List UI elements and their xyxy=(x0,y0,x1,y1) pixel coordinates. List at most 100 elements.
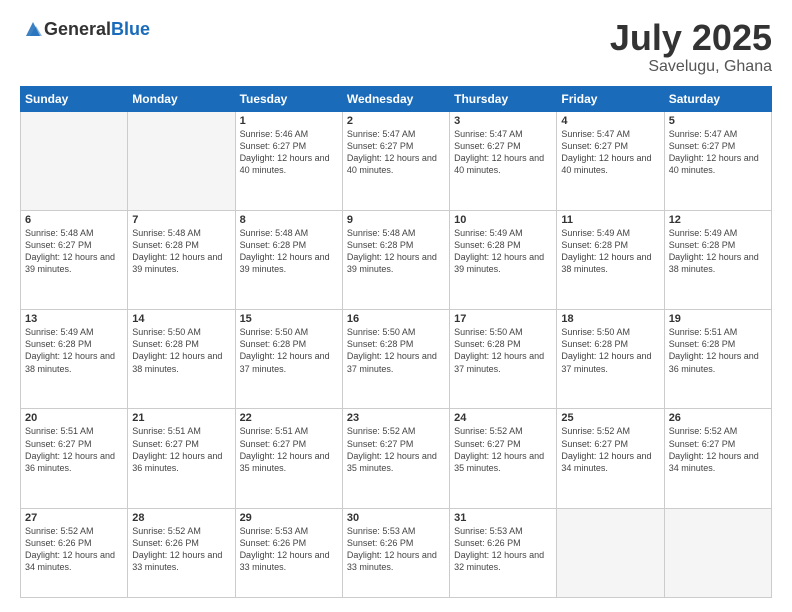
table-row: 11Sunrise: 5:49 AMSunset: 6:28 PMDayligh… xyxy=(557,210,664,309)
day-info: Sunrise: 5:47 AMSunset: 6:27 PMDaylight:… xyxy=(347,128,445,177)
table-row: 30Sunrise: 5:53 AMSunset: 6:26 PMDayligh… xyxy=(342,508,449,597)
day-info: Sunrise: 5:52 AMSunset: 6:26 PMDaylight:… xyxy=(132,525,230,574)
calendar-row: 13Sunrise: 5:49 AMSunset: 6:28 PMDayligh… xyxy=(21,310,772,409)
day-info: Sunrise: 5:52 AMSunset: 6:26 PMDaylight:… xyxy=(25,525,123,574)
table-row: 21Sunrise: 5:51 AMSunset: 6:27 PMDayligh… xyxy=(128,409,235,508)
table-row xyxy=(664,508,771,597)
col-monday: Monday xyxy=(128,86,235,111)
table-row xyxy=(557,508,664,597)
col-thursday: Thursday xyxy=(450,86,557,111)
table-row: 8Sunrise: 5:48 AMSunset: 6:28 PMDaylight… xyxy=(235,210,342,309)
table-row: 4Sunrise: 5:47 AMSunset: 6:27 PMDaylight… xyxy=(557,111,664,210)
calendar-table: Sunday Monday Tuesday Wednesday Thursday… xyxy=(20,86,772,598)
day-number: 6 xyxy=(25,214,123,226)
logo-icon xyxy=(22,18,44,40)
table-row xyxy=(21,111,128,210)
day-info: Sunrise: 5:52 AMSunset: 6:27 PMDaylight:… xyxy=(347,425,445,474)
day-info: Sunrise: 5:48 AMSunset: 6:28 PMDaylight:… xyxy=(347,227,445,276)
day-info: Sunrise: 5:53 AMSunset: 6:26 PMDaylight:… xyxy=(454,525,552,574)
calendar-row: 1Sunrise: 5:46 AMSunset: 6:27 PMDaylight… xyxy=(21,111,772,210)
day-number: 26 xyxy=(669,412,767,424)
day-number: 12 xyxy=(669,214,767,226)
table-row: 13Sunrise: 5:49 AMSunset: 6:28 PMDayligh… xyxy=(21,310,128,409)
day-info: Sunrise: 5:48 AMSunset: 6:27 PMDaylight:… xyxy=(25,227,123,276)
day-info: Sunrise: 5:48 AMSunset: 6:28 PMDaylight:… xyxy=(240,227,338,276)
table-row: 23Sunrise: 5:52 AMSunset: 6:27 PMDayligh… xyxy=(342,409,449,508)
col-saturday: Saturday xyxy=(664,86,771,111)
day-number: 27 xyxy=(25,512,123,524)
day-number: 2 xyxy=(347,115,445,127)
table-row: 28Sunrise: 5:52 AMSunset: 6:26 PMDayligh… xyxy=(128,508,235,597)
day-number: 18 xyxy=(561,313,659,325)
table-row: 1Sunrise: 5:46 AMSunset: 6:27 PMDaylight… xyxy=(235,111,342,210)
table-row: 31Sunrise: 5:53 AMSunset: 6:26 PMDayligh… xyxy=(450,508,557,597)
day-info: Sunrise: 5:50 AMSunset: 6:28 PMDaylight:… xyxy=(132,326,230,375)
table-row xyxy=(128,111,235,210)
day-info: Sunrise: 5:53 AMSunset: 6:26 PMDaylight:… xyxy=(240,525,338,574)
day-info: Sunrise: 5:49 AMSunset: 6:28 PMDaylight:… xyxy=(669,227,767,276)
day-info: Sunrise: 5:50 AMSunset: 6:28 PMDaylight:… xyxy=(454,326,552,375)
day-number: 19 xyxy=(669,313,767,325)
col-wednesday: Wednesday xyxy=(342,86,449,111)
table-row: 19Sunrise: 5:51 AMSunset: 6:28 PMDayligh… xyxy=(664,310,771,409)
day-info: Sunrise: 5:50 AMSunset: 6:28 PMDaylight:… xyxy=(561,326,659,375)
day-number: 7 xyxy=(132,214,230,226)
day-number: 4 xyxy=(561,115,659,127)
day-number: 21 xyxy=(132,412,230,424)
day-number: 30 xyxy=(347,512,445,524)
day-info: Sunrise: 5:49 AMSunset: 6:28 PMDaylight:… xyxy=(25,326,123,375)
day-info: Sunrise: 5:47 AMSunset: 6:27 PMDaylight:… xyxy=(454,128,552,177)
calendar-row: 27Sunrise: 5:52 AMSunset: 6:26 PMDayligh… xyxy=(21,508,772,597)
table-row: 10Sunrise: 5:49 AMSunset: 6:28 PMDayligh… xyxy=(450,210,557,309)
table-row: 6Sunrise: 5:48 AMSunset: 6:27 PMDaylight… xyxy=(21,210,128,309)
col-tuesday: Tuesday xyxy=(235,86,342,111)
day-info: Sunrise: 5:49 AMSunset: 6:28 PMDaylight:… xyxy=(561,227,659,276)
day-number: 25 xyxy=(561,412,659,424)
table-row: 3Sunrise: 5:47 AMSunset: 6:27 PMDaylight… xyxy=(450,111,557,210)
calendar-row: 20 Sunrise: 5:51 AMSunset: 6:27 PMDayligh… xyxy=(21,409,772,508)
header: GeneralBlue July 2025 Savelugu, Ghana xyxy=(20,18,772,76)
day-number: 15 xyxy=(240,313,338,325)
day-number: 28 xyxy=(132,512,230,524)
day-info: Sunrise: 5:51 AMSunset: 6:27 PMDaylight:… xyxy=(240,425,338,474)
calendar-row: 6Sunrise: 5:48 AMSunset: 6:27 PMDaylight… xyxy=(21,210,772,309)
day-number: 5 xyxy=(669,115,767,127)
day-info: Sunrise: 5:50 AMSunset: 6:28 PMDaylight:… xyxy=(347,326,445,375)
table-row: 7Sunrise: 5:48 AMSunset: 6:28 PMDaylight… xyxy=(128,210,235,309)
day-number: 22 xyxy=(240,412,338,424)
day-number: 8 xyxy=(240,214,338,226)
day-number: 29 xyxy=(240,512,338,524)
page: GeneralBlue July 2025 Savelugu, Ghana Su… xyxy=(0,0,792,612)
table-row: 15Sunrise: 5:50 AMSunset: 6:28 PMDayligh… xyxy=(235,310,342,409)
col-sunday: Sunday xyxy=(21,86,128,111)
table-row: 27Sunrise: 5:52 AMSunset: 6:26 PMDayligh… xyxy=(21,508,128,597)
table-row: 16Sunrise: 5:50 AMSunset: 6:28 PMDayligh… xyxy=(342,310,449,409)
table-row: 26Sunrise: 5:52 AMSunset: 6:27 PMDayligh… xyxy=(664,409,771,508)
day-number: 17 xyxy=(454,313,552,325)
day-info: Sunrise: 5:46 AMSunset: 6:27 PMDaylight:… xyxy=(240,128,338,177)
day-number: 20 xyxy=(25,412,123,424)
day-number: 16 xyxy=(347,313,445,325)
table-row: 12Sunrise: 5:49 AMSunset: 6:28 PMDayligh… xyxy=(664,210,771,309)
calendar-title: July 2025 xyxy=(610,18,772,58)
table-row: 9Sunrise: 5:48 AMSunset: 6:28 PMDaylight… xyxy=(342,210,449,309)
table-row: 17Sunrise: 5:50 AMSunset: 6:28 PMDayligh… xyxy=(450,310,557,409)
day-number: 24 xyxy=(454,412,552,424)
table-row: 24Sunrise: 5:52 AMSunset: 6:27 PMDayligh… xyxy=(450,409,557,508)
table-row: 2Sunrise: 5:47 AMSunset: 6:27 PMDaylight… xyxy=(342,111,449,210)
day-number: 9 xyxy=(347,214,445,226)
table-row: 22Sunrise: 5:51 AMSunset: 6:27 PMDayligh… xyxy=(235,409,342,508)
day-info: Sunrise: 5:52 AMSunset: 6:27 PMDaylight:… xyxy=(454,425,552,474)
day-info: Sunrise: 5:47 AMSunset: 6:27 PMDaylight:… xyxy=(669,128,767,177)
logo-blue: Blue xyxy=(111,19,150,40)
day-number: 13 xyxy=(25,313,123,325)
table-row: 5Sunrise: 5:47 AMSunset: 6:27 PMDaylight… xyxy=(664,111,771,210)
table-row: 29Sunrise: 5:53 AMSunset: 6:26 PMDayligh… xyxy=(235,508,342,597)
day-info: Sunrise: 5:52 AMSunset: 6:27 PMDaylight:… xyxy=(669,425,767,474)
day-info: Sunrise: 5:50 AMSunset: 6:28 PMDaylight:… xyxy=(240,326,338,375)
day-info: Sunrise: 5:51 AMSunset: 6:28 PMDaylight:… xyxy=(669,326,767,375)
day-info: Sunrise: 5:48 AMSunset: 6:28 PMDaylight:… xyxy=(132,227,230,276)
logo: GeneralBlue xyxy=(20,18,150,40)
calendar-header-row: Sunday Monday Tuesday Wednesday Thursday… xyxy=(21,86,772,111)
logo-general: General xyxy=(44,19,111,40)
